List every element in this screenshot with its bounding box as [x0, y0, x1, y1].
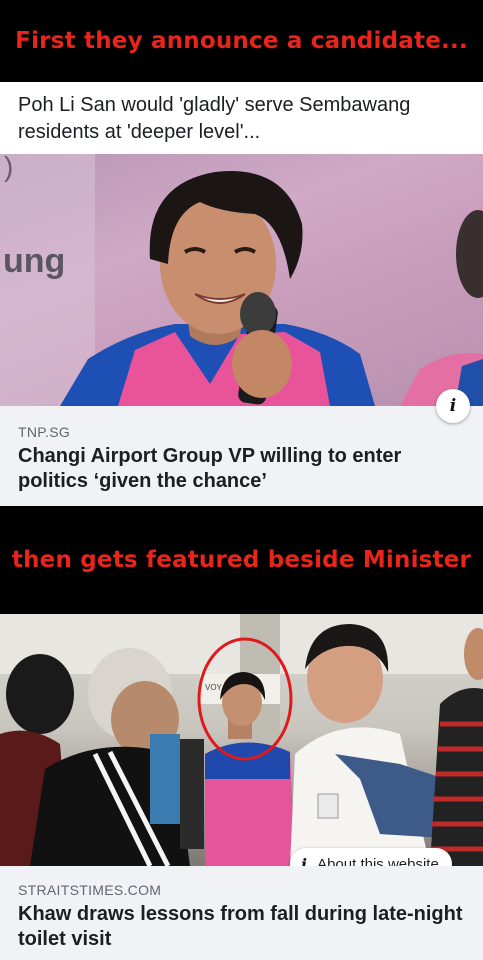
- minister-photo-illustration: VOY: [0, 614, 483, 866]
- link-headline: Khaw draws lessons from fall during late…: [18, 903, 463, 950]
- article-image-candidate[interactable]: ) ung: [0, 154, 483, 406]
- post-snippet-text: Poh Li San would 'gladly' serve Sembawan…: [18, 94, 411, 143]
- middle-caption-text: then gets featured beside Minister: [11, 547, 472, 573]
- photo-sign-partial: ): [4, 154, 13, 182]
- link-headline: Changi Airport Group VP willing to enter…: [18, 445, 402, 492]
- link-domain: TNP.SG: [18, 424, 71, 440]
- shared-link-card-straitstimes[interactable]: VOY i About this website STRAITSTIMES.CO…: [0, 614, 483, 960]
- photo-sign-text: ung: [3, 242, 65, 280]
- info-button-card1[interactable]: i: [436, 389, 470, 423]
- top-caption-text: First they announce a candidate...: [15, 28, 468, 54]
- top-caption-banner: First they announce a candidate...: [0, 0, 483, 82]
- middle-caption-banner: then gets featured beside Minister: [0, 506, 483, 614]
- candidate-photo-illustration: ) ung: [0, 154, 483, 406]
- shared-link-card-tnp[interactable]: Poh Li San would 'gladly' serve Sembawan…: [0, 82, 483, 506]
- link-meta-tnp[interactable]: TNP.SG Changi Airport Group VP willing t…: [0, 406, 483, 506]
- photo-sign-voy: VOY: [205, 683, 223, 692]
- link-domain: STRAITSTIMES.COM: [18, 882, 162, 898]
- article-image-minister[interactable]: VOY: [0, 614, 483, 866]
- info-icon: i: [449, 396, 457, 416]
- link-meta-straitstimes[interactable]: STRAITSTIMES.COM Khaw draws lessons from…: [0, 866, 483, 960]
